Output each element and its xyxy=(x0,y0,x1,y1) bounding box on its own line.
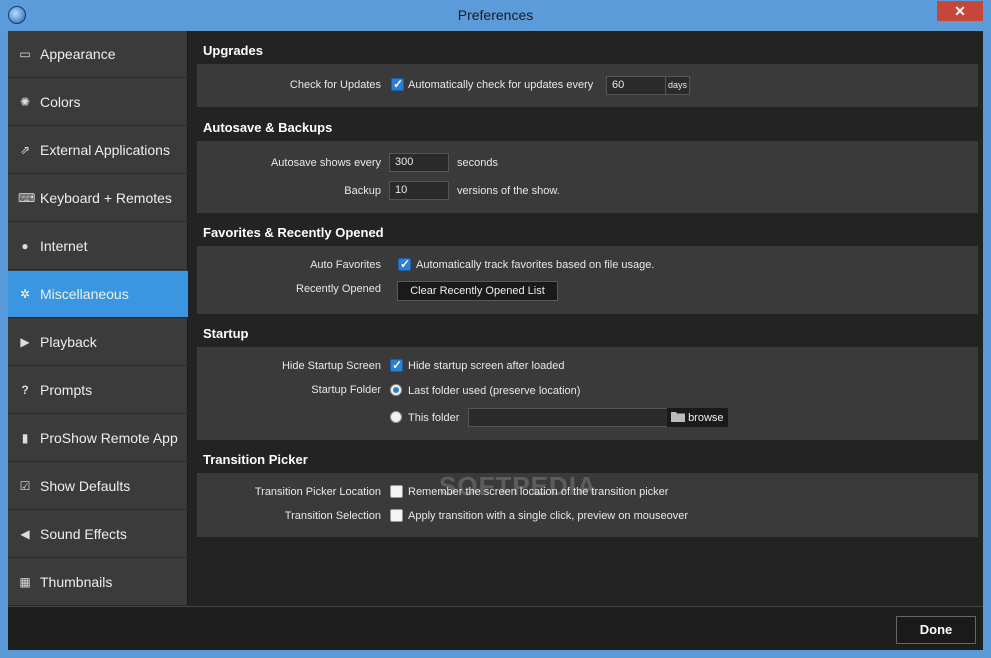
startup-folder-label: Startup Folder xyxy=(311,384,381,396)
backup-count-input[interactable]: 10 xyxy=(389,181,449,200)
autosave-label: Autosave shows every xyxy=(270,157,381,169)
sidebar-item-prompts[interactable]: ? Prompts xyxy=(8,367,188,414)
sidebar-item-proshow-remote-app[interactable]: ▮ ProShow Remote App xyxy=(8,415,188,462)
footer-bar: Done xyxy=(8,606,983,650)
sidebar-item-label: Internet xyxy=(40,238,88,254)
picker-location-label: Transition Picker Location xyxy=(254,486,381,498)
backup-label: Backup xyxy=(344,185,381,197)
settings-content: Upgrades Check for Updates Automatically… xyxy=(189,31,983,606)
sidebar-item-label: Prompts xyxy=(40,382,93,398)
sidebar-item-label: Playback xyxy=(40,334,97,350)
hide-startup-label: Hide Startup Screen xyxy=(281,360,381,372)
checkbox-icon: ☑ xyxy=(19,479,31,493)
browse-button[interactable]: browse xyxy=(667,408,728,427)
transition-selection-checkbox[interactable] xyxy=(390,509,403,522)
autosave-seconds-input[interactable]: 300 xyxy=(389,153,449,172)
sidebar-item-appearance[interactable]: ▭ Appearance xyxy=(8,31,188,78)
startup-panel: Hide Startup Screen Hide startup screen … xyxy=(197,347,978,440)
question-icon: ? xyxy=(21,383,29,397)
sidebar-item-label: Keyboard + Remotes xyxy=(40,190,172,206)
last-folder-radio[interactable] xyxy=(390,384,402,396)
globe-icon: ● xyxy=(21,239,29,253)
check-updates-checkbox[interactable] xyxy=(391,77,404,91)
sidebar-item-external-applications[interactable]: ⇗ External Applications xyxy=(8,127,188,174)
favorites-panel: Auto Favorites Automatically track favor… xyxy=(197,246,978,314)
window-icon: ▭ xyxy=(19,47,31,61)
gear-icon: ✲ xyxy=(19,287,31,301)
sidebar-item-playback[interactable]: ▶ Playback xyxy=(8,319,188,366)
section-title-startup: Startup xyxy=(203,326,249,341)
hide-startup-checkbox[interactable] xyxy=(390,358,403,372)
sidebar-item-label: External Applications xyxy=(40,142,170,158)
play-icon: ▶ xyxy=(20,335,30,349)
color-wheel-icon: ✺ xyxy=(19,95,31,109)
sidebar-item-label: Appearance xyxy=(40,46,116,62)
recently-opened-label: Recently Opened xyxy=(296,283,381,295)
window-title: Preferences xyxy=(457,7,534,23)
section-title-upgrades: Upgrades xyxy=(203,43,263,58)
sidebar-item-miscellaneous[interactable]: ✲ Miscellaneous xyxy=(8,271,188,318)
transition-selection-label: Transition Selection xyxy=(284,510,381,522)
preferences-window: ▭ Appearance ✺ Colors ⇗ External Applica… xyxy=(8,31,983,650)
sidebar-item-internet[interactable]: ● Internet xyxy=(8,223,188,270)
sidebar-item-label: Show Defaults xyxy=(40,478,131,494)
sidebar: ▭ Appearance ✺ Colors ⇗ External Applica… xyxy=(8,31,188,606)
title-bar: Preferences ✕ xyxy=(0,0,991,31)
sidebar-item-keyboard-remotes[interactable]: ⌨ Keyboard + Remotes xyxy=(8,175,188,222)
sidebar-item-label: ProShow Remote App xyxy=(40,430,178,446)
sidebar-item-label: Colors xyxy=(40,94,81,110)
watermark: SOFTPEDIA xyxy=(439,471,597,501)
auto-favorites-text: Automatically track favorites based on f… xyxy=(416,259,655,271)
autosave-unit: seconds xyxy=(457,157,498,169)
days-unit-label: days xyxy=(665,76,690,95)
sidebar-item-label: Thumbnails xyxy=(40,574,113,590)
keyboard-icon: ⌨ xyxy=(18,191,36,205)
thumbnail-icon: ▦ xyxy=(19,575,31,589)
picker-location-checkbox[interactable] xyxy=(390,485,403,498)
upgrades-panel: Check for Updates Automatically check fo… xyxy=(197,64,978,107)
auto-favorites-checkbox[interactable] xyxy=(398,257,411,271)
sidebar-item-label: Miscellaneous xyxy=(40,286,129,302)
sidebar-item-thumbnails[interactable]: ▦ Thumbnails xyxy=(8,559,188,606)
section-title-transition-picker: Transition Picker xyxy=(203,452,308,467)
backup-unit: versions of the show. xyxy=(457,185,560,197)
speaker-icon: ◀ xyxy=(20,527,30,541)
check-updates-text: Automatically check for updates every xyxy=(408,79,594,91)
remote-icon: ▮ xyxy=(21,431,29,445)
hide-startup-text: Hide startup screen after loaded xyxy=(408,360,565,372)
auto-favorites-label: Auto Favorites xyxy=(310,259,381,271)
done-button[interactable]: Done xyxy=(896,616,976,644)
sidebar-item-label: Sound Effects xyxy=(40,526,127,542)
this-folder-text: This folder xyxy=(408,412,460,424)
folder-icon xyxy=(671,412,685,422)
last-folder-text: Last folder used (preserve location) xyxy=(408,385,581,397)
autosave-panel: Autosave shows every 300 seconds Backup … xyxy=(197,141,978,213)
transition-selection-text: Apply transition with a single click, pr… xyxy=(408,510,689,522)
clear-recent-button[interactable]: Clear Recently Opened List xyxy=(397,281,558,301)
external-app-icon: ⇗ xyxy=(19,143,31,157)
startup-folder-path-input[interactable] xyxy=(468,408,668,427)
sidebar-item-show-defaults[interactable]: ☑ Show Defaults xyxy=(8,463,188,510)
sidebar-item-colors[interactable]: ✺ Colors xyxy=(8,79,188,126)
check-updates-label: Check for Updates xyxy=(289,79,381,91)
section-title-autosave: Autosave & Backups xyxy=(203,120,333,135)
close-button[interactable]: ✕ xyxy=(937,1,983,21)
this-folder-radio[interactable] xyxy=(390,411,402,423)
section-title-favorites: Favorites & Recently Opened xyxy=(203,225,384,240)
browse-label: browse xyxy=(688,412,724,424)
sidebar-item-sound-effects[interactable]: ◀ Sound Effects xyxy=(8,511,188,558)
update-days-input[interactable]: 60 xyxy=(606,76,666,95)
